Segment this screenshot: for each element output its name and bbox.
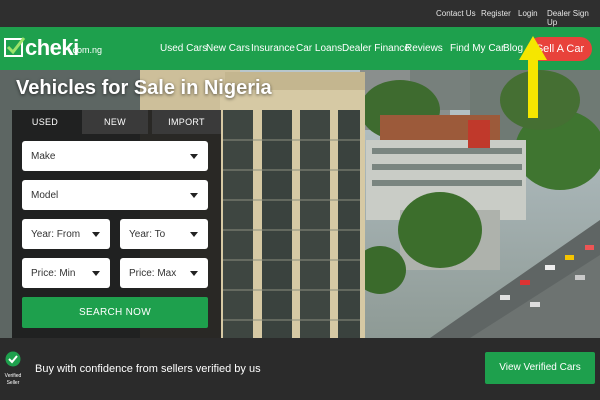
model-select-label: Model bbox=[31, 190, 59, 201]
nav-new-cars[interactable]: New Cars bbox=[206, 43, 250, 54]
dealer-signup-link[interactable]: Dealer Sign Up bbox=[547, 9, 600, 27]
logo-tld: .com.ng bbox=[70, 45, 103, 55]
chevron-down-icon bbox=[190, 232, 198, 237]
login-link[interactable]: Login bbox=[518, 9, 538, 18]
price-min-select[interactable]: Price: Min bbox=[22, 258, 110, 288]
yellow-arrow-up-icon bbox=[519, 36, 547, 118]
verified-sellers-bar: Verified Seller Buy with confidence from… bbox=[0, 338, 600, 400]
price-max-select[interactable]: Price: Max bbox=[120, 258, 208, 288]
chevron-down-icon bbox=[92, 271, 100, 276]
view-verified-cars-button[interactable]: View Verified Cars bbox=[485, 352, 595, 384]
nav-reviews[interactable]: Reviews bbox=[405, 43, 443, 54]
nav-insurance[interactable]: Insurance bbox=[251, 43, 295, 54]
nav-find-my-car[interactable]: Find My Car bbox=[450, 43, 504, 54]
main-navbar: cheki .com.ng Used Cars New Cars Insuran… bbox=[0, 27, 600, 70]
price-max-label: Price: Max bbox=[129, 268, 177, 279]
tab-import[interactable]: IMPORT bbox=[152, 110, 221, 134]
chevron-down-icon bbox=[190, 154, 198, 159]
tab-new[interactable]: NEW bbox=[82, 110, 148, 134]
nav-used-cars[interactable]: Used Cars bbox=[160, 43, 207, 54]
vehicle-search-panel: USED NEW IMPORT Make Model Year: From Ye… bbox=[12, 110, 221, 338]
chevron-down-icon bbox=[92, 232, 100, 237]
hero-title: Vehicles for Sale in Nigeria bbox=[16, 77, 272, 99]
year-from-label: Year: From bbox=[31, 229, 81, 240]
tab-used[interactable]: USED bbox=[12, 110, 78, 134]
search-now-button[interactable]: SEARCH NOW bbox=[22, 297, 208, 328]
verified-check-icon bbox=[5, 351, 21, 367]
logo-check-icon bbox=[4, 37, 26, 57]
contact-us-link[interactable]: Contact Us bbox=[436, 9, 476, 18]
make-select-label: Make bbox=[31, 151, 56, 162]
price-min-label: Price: Min bbox=[31, 268, 76, 279]
chevron-down-icon bbox=[190, 271, 198, 276]
register-link[interactable]: Register bbox=[481, 9, 511, 18]
nav-dealer-finance[interactable]: Dealer Finance bbox=[342, 43, 410, 54]
year-from-select[interactable]: Year: From bbox=[22, 219, 110, 249]
year-to-select[interactable]: Year: To bbox=[120, 219, 208, 249]
year-to-label: Year: To bbox=[129, 229, 166, 240]
verified-seller-badge-text: Verified Seller bbox=[4, 373, 22, 386]
make-select[interactable]: Make bbox=[22, 141, 208, 171]
trust-message: Buy with confidence from sellers verifie… bbox=[35, 363, 261, 375]
top-utility-bar: Contact Us Register Login Dealer Sign Up bbox=[0, 0, 600, 27]
nav-car-loans[interactable]: Car Loans bbox=[296, 43, 342, 54]
chevron-down-icon bbox=[190, 193, 198, 198]
model-select[interactable]: Model bbox=[22, 180, 208, 210]
